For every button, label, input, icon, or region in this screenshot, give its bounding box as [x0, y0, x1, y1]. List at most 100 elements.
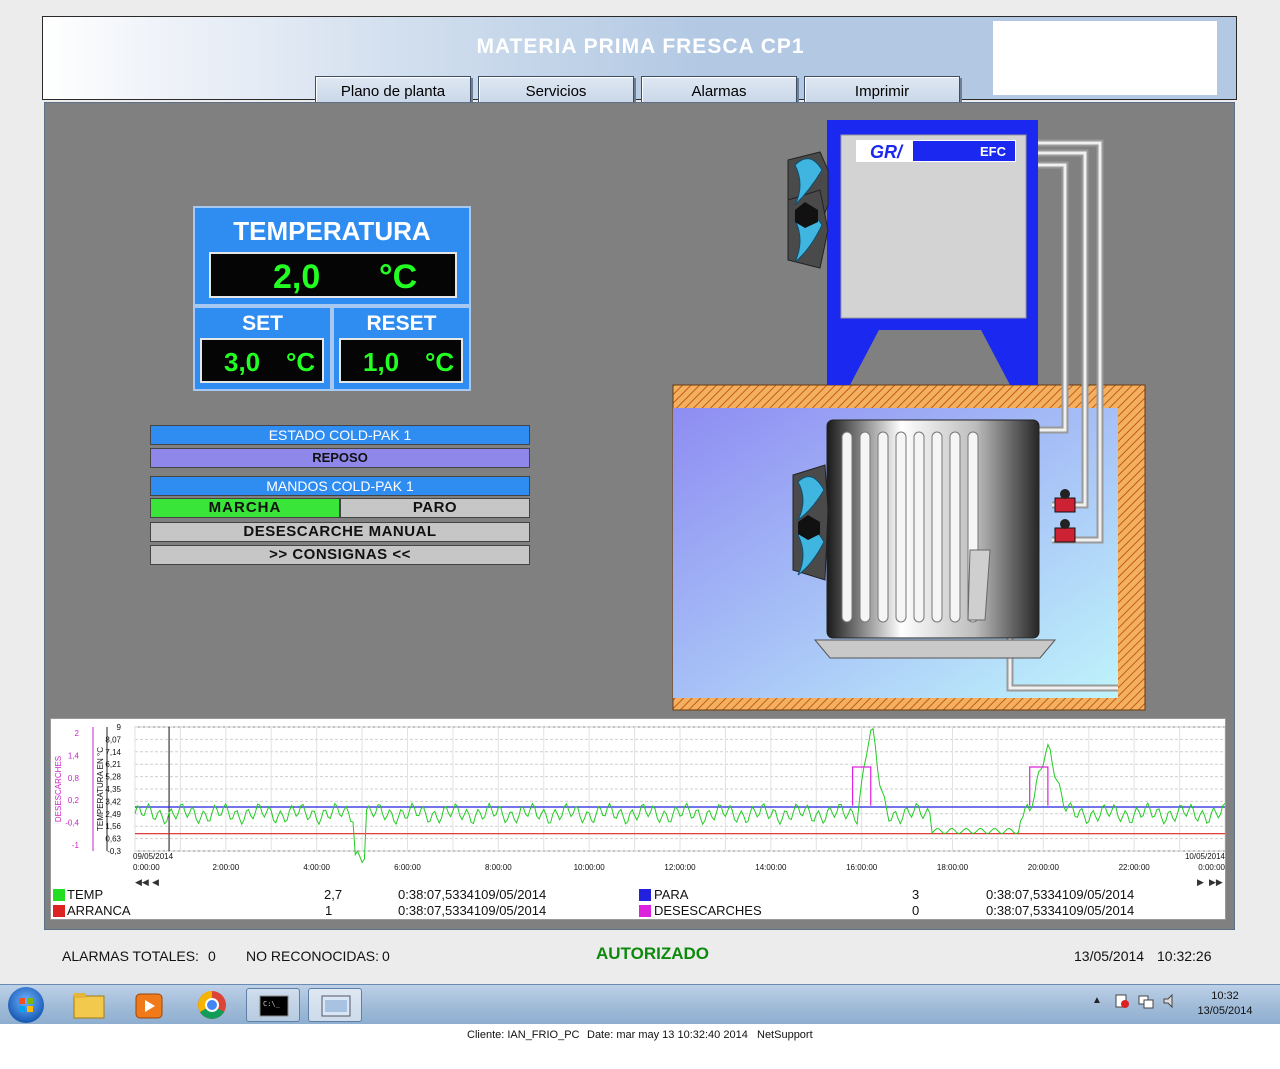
status-time: 10:32:26 [1157, 948, 1212, 964]
estado-value: REPOSO [150, 448, 530, 468]
tray-expand-icon[interactable]: ▲ [1092, 995, 1102, 1006]
reset-label: RESET [366, 312, 437, 335]
legend-time: 0:38:07,5334109/05/2014 [986, 903, 1135, 918]
scroll-prev-icon[interactable]: ◀ [152, 877, 159, 888]
x-start-time: 0:00:00 [133, 863, 160, 872]
reset-unit: °C [425, 347, 455, 377]
x-end-time: 0:00:00 [1198, 863, 1225, 872]
footer-date: Date: mar may 13 10:32:40 2014 [587, 1029, 748, 1041]
set-label: SET [242, 312, 283, 335]
legend-value: 0 [912, 903, 920, 918]
header: MATERIA PRIMA FRESCA CP1 [42, 16, 1237, 100]
y2-tick-label: 0,8 [68, 774, 80, 783]
y2-tick-label: -0,4 [65, 819, 79, 828]
x-tick-label: 20:00:00 [1028, 863, 1060, 872]
equipment-diagram: GR/ EFC [672, 120, 1146, 711]
trend-chart: 9 8,07 7,14 6,21 5,28 4,35 3,42 2,49 1,56 0,63 -0,… [50, 718, 1226, 920]
x-tick-label: 6:00:00 [394, 863, 421, 872]
tray-clock-date: 13/05/2014 [1197, 1005, 1253, 1017]
trend-legend: TEMP 2,7 0:38:07,5334109/05/2014 ARRANCA… [51, 887, 1225, 919]
cmd-taskbar-icon[interactable]: C:\_ [246, 988, 300, 1022]
taskbar: C:\_ ▲ 10:32 13/05/2014 [0, 984, 1280, 1024]
condensing-unit: GR/ EFC [787, 120, 1038, 385]
footer-cliente: Cliente: IAN_FRIO_PC [467, 1029, 580, 1041]
legend-name: TEMP [67, 887, 104, 902]
alarmas-totales-label: ALARMAS TOTALES: [62, 948, 199, 964]
scada-taskbar-icon[interactable] [308, 988, 362, 1022]
scroll-last-icon[interactable]: ▶▶ [1209, 877, 1223, 888]
y-tick-label: 3,42 [105, 797, 121, 806]
legend-swatch-para [639, 889, 651, 901]
set-display[interactable]: 3,0 °C [200, 338, 324, 383]
y-tick-label: 8,07 [105, 735, 121, 744]
legend-time: 0:38:07,5334109/05/2014 [398, 887, 547, 902]
y-tick-label: 6,21 [105, 760, 121, 769]
svg-text:GR/: GR/ [870, 142, 904, 162]
status-date: 13/05/2014 [1074, 948, 1145, 964]
footer-product: NetSupport [757, 1029, 813, 1041]
y2-tick-label: 2 [75, 729, 80, 738]
action-center-icon[interactable] [1114, 993, 1130, 1009]
y2-tick-label: 1,4 [68, 751, 80, 760]
alarmas-totales-value: 0 [208, 948, 216, 964]
file-explorer-icon[interactable] [62, 988, 116, 1022]
x-tick-label: 14:00:00 [755, 863, 787, 872]
legend-name: ARRANCA [67, 903, 131, 918]
set-value: 3,0 [224, 347, 261, 377]
x-tick-label: 18:00:00 [937, 863, 969, 872]
y-tick-label: 7,14 [105, 748, 121, 757]
temperature-panel: TEMPERATURA 2,0 °C [193, 206, 471, 306]
reset-value: 1,0 [363, 347, 400, 377]
x-tick-label: 12:00:00 [664, 863, 696, 872]
legend-time: 0:38:07,5334109/05/2014 [398, 903, 547, 918]
svg-text:C:\_: C:\_ [263, 1000, 281, 1008]
chrome-icon[interactable] [185, 988, 239, 1022]
y-axis-label: TEMPERATURA EN °C [96, 747, 105, 831]
reset-display[interactable]: 1,0 °C [339, 338, 463, 383]
scada-window: MATERIA PRIMA FRESCA CP1 Plano de planta… [0, 0, 1280, 984]
network-icon[interactable] [1138, 993, 1154, 1009]
set-unit: °C [286, 347, 316, 377]
y2-tick-label: -1 [72, 841, 80, 850]
legend-value: 1 [325, 903, 333, 918]
y-tick-label: 1,56 [105, 822, 121, 831]
mandos-title: MANDOS COLD-PAK 1 [150, 476, 530, 496]
equipment-brand: EFC [980, 144, 1007, 159]
legend-time: 0:38:07,5334109/05/2014 [986, 887, 1135, 902]
netsupport-footer: Cliente: IAN_FRIO_PC Date: mar may 13 10… [0, 1024, 1280, 1069]
x-tick-label: 8:00:00 [485, 863, 512, 872]
scroll-first-icon[interactable]: ◀◀ [135, 877, 149, 888]
consignas-button[interactable]: >> CONSIGNAS << [150, 545, 530, 565]
y-tick-label: -0,3 [107, 847, 121, 856]
tray-clock-time: 10:32 [1211, 990, 1239, 1002]
y-tick-label: 5,28 [105, 773, 121, 782]
tray-clock[interactable]: 10:32 13/05/2014 [1190, 989, 1260, 1019]
y-tick-label: 9 [117, 723, 122, 732]
volume-icon[interactable] [1162, 993, 1178, 1009]
temperature-display: 2,0 °C [209, 252, 457, 298]
x-tick-label: 16:00:00 [846, 863, 878, 872]
legend-swatch-temp [53, 889, 65, 901]
start-button[interactable] [8, 987, 44, 1023]
desescarche-manual-button[interactable]: DESESCARCHE MANUAL [150, 522, 530, 542]
y-tick-label: 2,49 [105, 810, 121, 819]
x-start-date: 09/05/2014 [133, 852, 174, 861]
set-panel: SET 3,0 °C [193, 306, 332, 391]
temperature-unit: °C [379, 258, 418, 296]
scroll-next-icon[interactable]: ▶ [1197, 877, 1204, 888]
autorizado-status: AUTORIZADO [596, 944, 710, 963]
legend-swatch-desescarches [639, 905, 651, 917]
legend-name: DESESCARCHES [654, 903, 762, 918]
x-tick-label: 4:00:00 [303, 863, 330, 872]
legend-swatch-arranca [53, 905, 65, 917]
x-tick-label: 2:00:00 [212, 863, 239, 872]
legend-value: 3 [912, 887, 920, 902]
x-end-date: 10/05/2014 [1185, 852, 1225, 861]
temperature-title: TEMPERATURA [233, 216, 431, 246]
legend-name: PARA [654, 887, 689, 902]
paro-button[interactable]: PARO [340, 498, 530, 518]
logo-area [993, 21, 1217, 95]
media-player-icon[interactable] [122, 988, 176, 1022]
marcha-button[interactable]: MARCHA [150, 498, 340, 518]
windows-logo-icon [19, 998, 33, 1012]
